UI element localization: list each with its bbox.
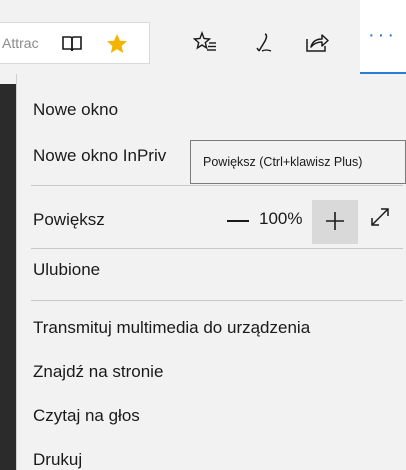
address-bar[interactable]: Attrac (0, 22, 150, 64)
pen-notes-icon[interactable] (250, 30, 276, 56)
settings-menu: Nowe okno Nowe okno InPriv Powiększ 100%… (16, 74, 406, 470)
menu-item-cast[interactable]: Transmituj multimedia do urządzenia (33, 318, 310, 338)
favorites-hub-icon[interactable] (192, 30, 218, 54)
zoom-label: Powiększ (33, 210, 105, 229)
menu-item-read-aloud[interactable]: Czytaj na głos (33, 406, 140, 426)
menu-item-favorites[interactable]: Ulubione (33, 260, 100, 280)
zoom-value: 100% (259, 209, 303, 228)
zoom-in-button[interactable] (312, 200, 358, 244)
share-icon[interactable] (304, 30, 330, 54)
zoom-out-button[interactable] (227, 220, 249, 222)
fullscreen-icon[interactable] (367, 204, 393, 230)
address-text: Attrac (2, 35, 39, 51)
plus-icon (326, 212, 344, 230)
divider (31, 185, 403, 186)
reading-view-icon[interactable] (60, 33, 84, 55)
menu-item-find[interactable]: Znajdź na stronie (33, 362, 163, 382)
favorite-star-icon[interactable] (104, 31, 130, 57)
browser-toolbar: Attrac ··· (0, 0, 406, 84)
divider (31, 248, 403, 249)
menu-item-new-window[interactable]: Nowe okno (33, 100, 118, 120)
more-button[interactable]: ··· (360, 0, 406, 74)
menu-item-new-inprivate[interactable]: Nowe okno InPriv (33, 146, 166, 166)
divider (31, 300, 403, 301)
menu-item-print[interactable]: Drukuj (33, 450, 82, 470)
zoom-tooltip: Powiększ (Ctrl+klawisz Plus) (190, 140, 406, 184)
more-icon: ··· (368, 24, 397, 46)
